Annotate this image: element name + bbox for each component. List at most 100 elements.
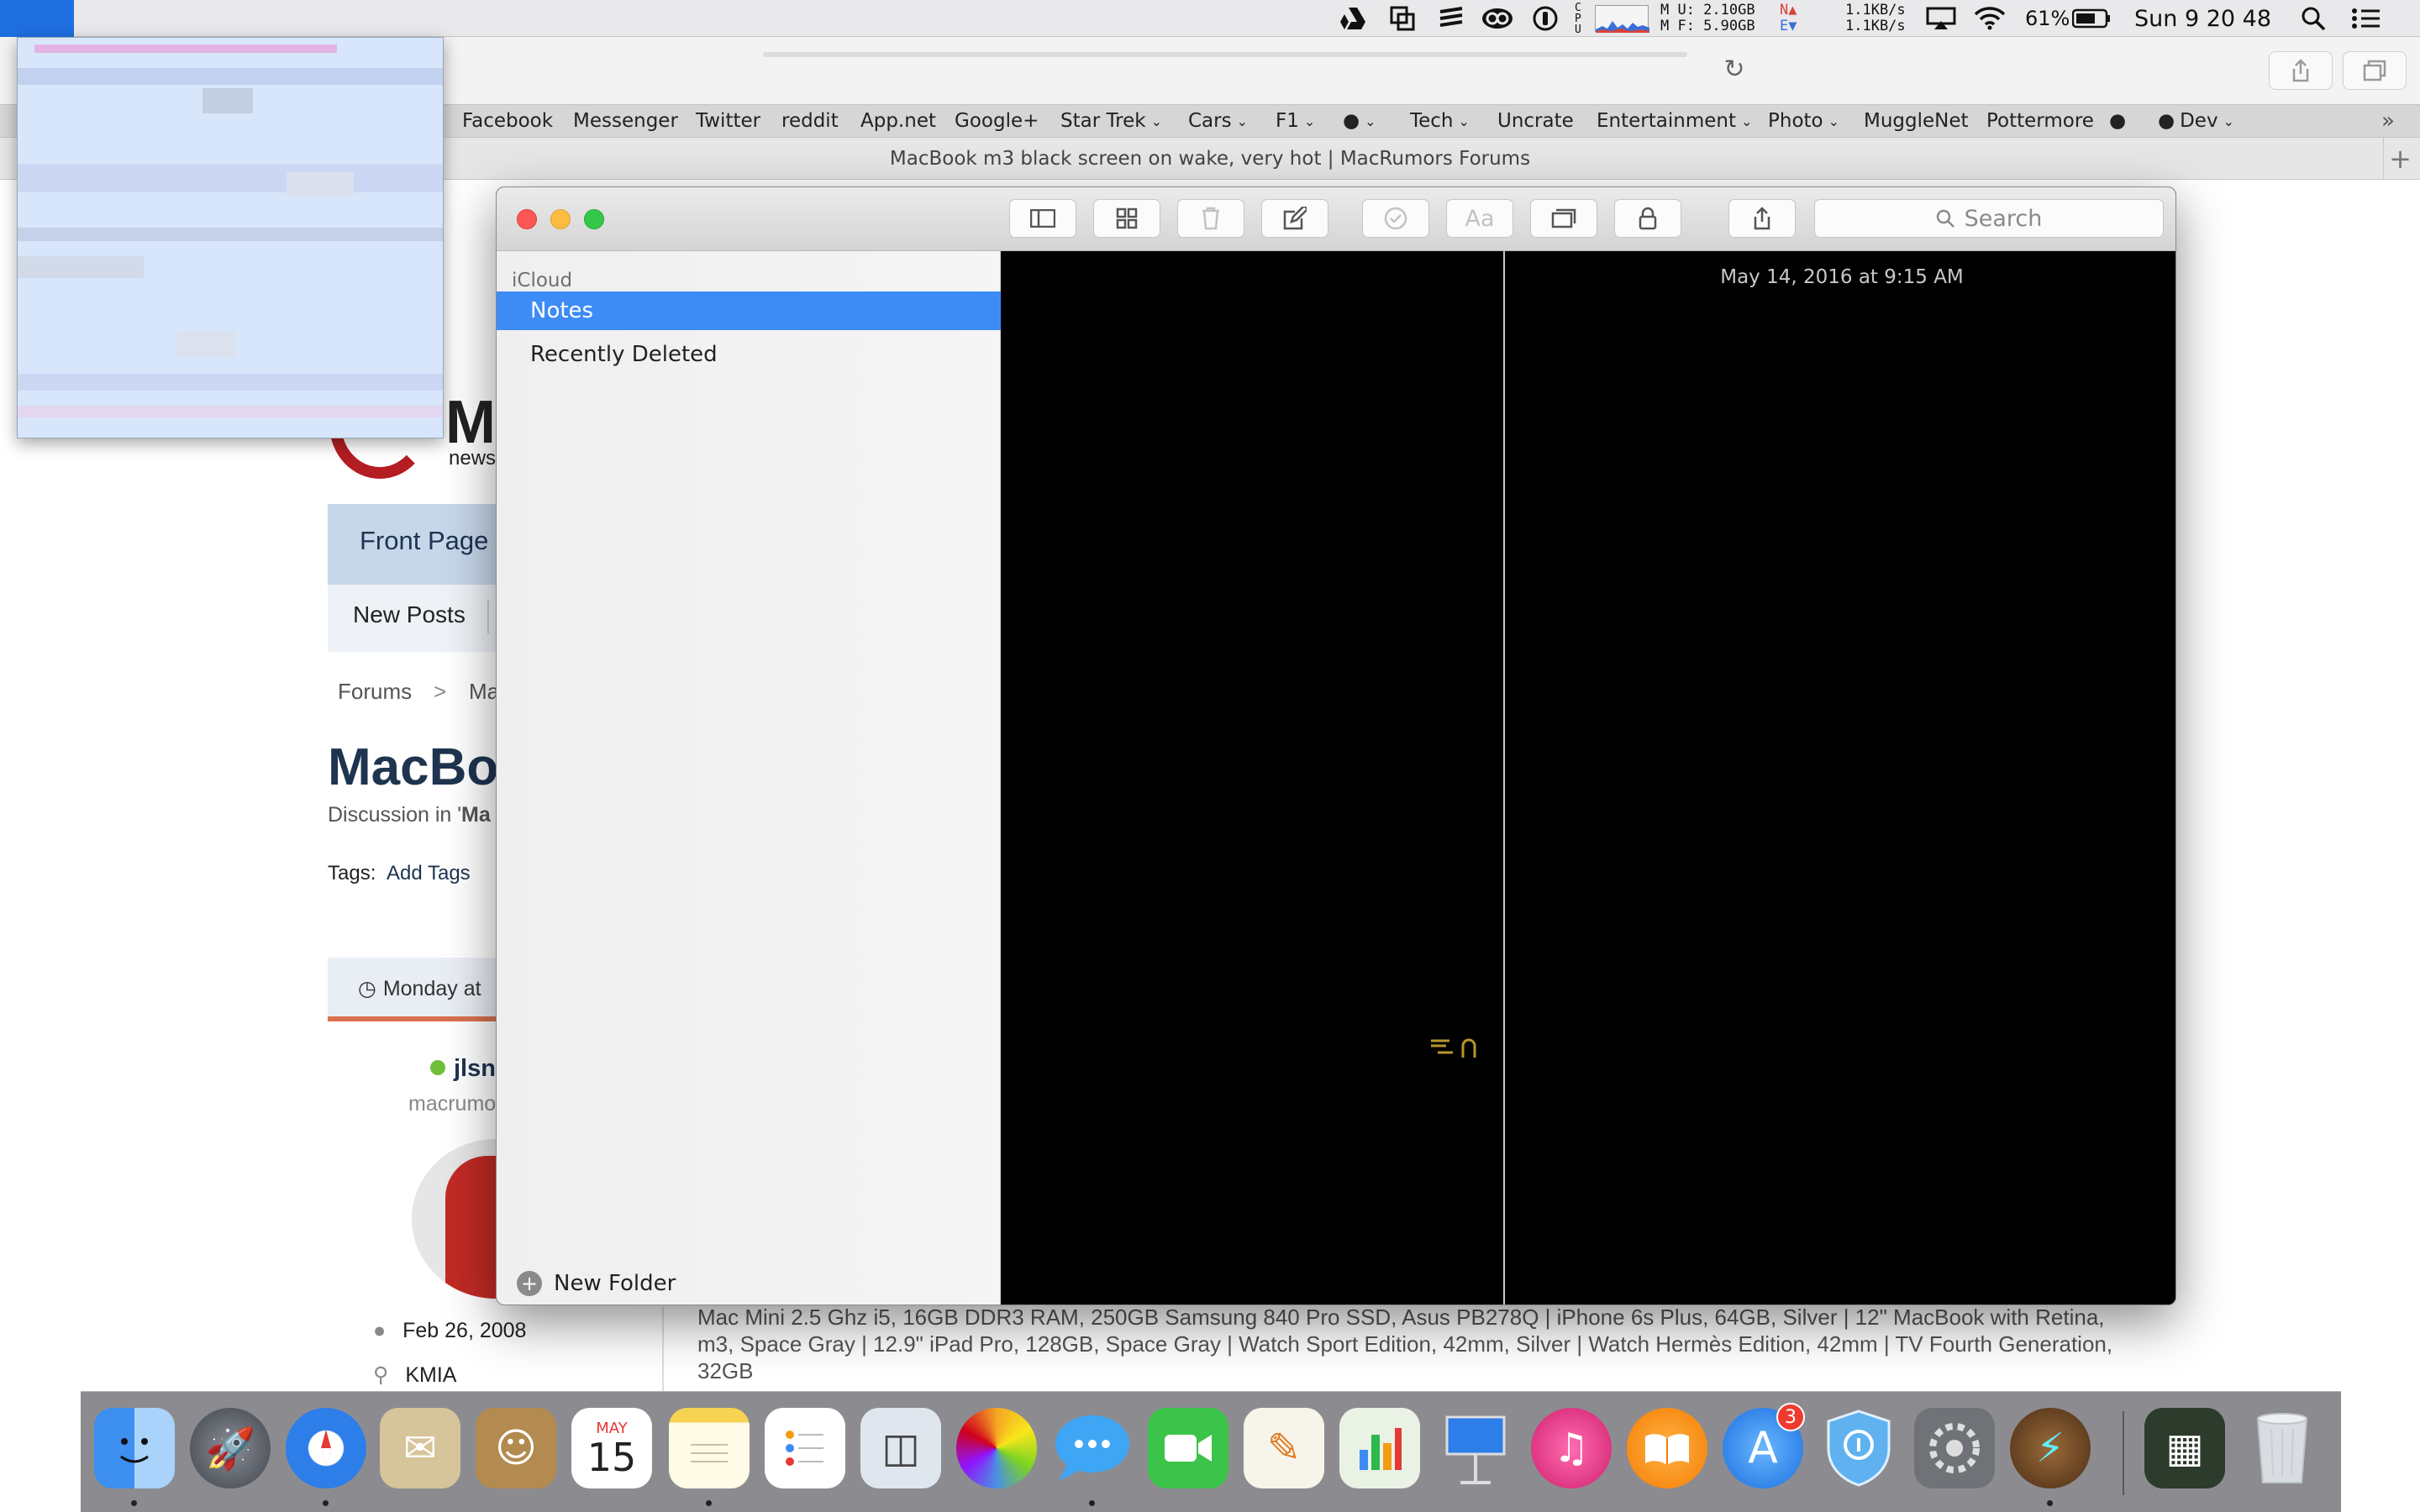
delete-note-button[interactable]	[1177, 199, 1244, 238]
thread-tags: Tags: Add Tags	[328, 862, 471, 885]
dock-finder-icon[interactable]	[94, 1408, 175, 1488]
nav-new-posts[interactable]: New Posts	[353, 601, 466, 628]
dock-trash-icon[interactable]	[2242, 1408, 2323, 1488]
network-arrows-icon: N▲ E▼	[1780, 2, 1797, 34]
address-bar-progress[interactable]	[763, 52, 1687, 57]
battery-icon[interactable]	[2070, 7, 2112, 30]
bookmark-folder-entertainment[interactable]: Entertainment ⌄	[1597, 104, 1752, 138]
cpu-graph-icon[interactable]	[1595, 5, 1649, 33]
bookmark-apple[interactable]: ●	[2109, 104, 2126, 138]
dock-preview-icon[interactable]: ◫	[860, 1408, 941, 1488]
dock-1password-icon[interactable]	[1818, 1408, 1899, 1488]
folder-notes[interactable]: Notes	[497, 291, 1001, 330]
dock-keynote-icon[interactable]	[1435, 1408, 1516, 1488]
dock-system-preferences-icon[interactable]	[1914, 1408, 1995, 1488]
notes-list[interactable]	[1001, 251, 1505, 1305]
post-signature: Mac Mini 2.5 Ghz i5, 16GB DDR3 RAM, 250G…	[697, 1305, 2113, 1383]
bookmark-folder-f1[interactable]: F1 ⌄	[1276, 104, 1315, 138]
add-table-button[interactable]	[1530, 199, 1597, 238]
bookmarks-overflow-icon[interactable]: »	[2381, 104, 2395, 138]
bookmark-folder-apple[interactable]: ● ⌄	[1343, 104, 1376, 138]
apple-logo-icon: ●	[2158, 110, 2175, 132]
reload-icon[interactable]: ↻	[1721, 55, 1748, 84]
checklist-button[interactable]	[1362, 199, 1429, 238]
dock-calendar-icon[interactable]: MAY 15	[571, 1408, 652, 1488]
dock-reminders-icon[interactable]	[765, 1408, 845, 1488]
bookmark-folder-photo[interactable]: Photo ⌄	[1768, 104, 1839, 138]
dock-ibooks-icon[interactable]	[1627, 1408, 1707, 1488]
bookmark-pottermore[interactable]: Pottermore	[1986, 104, 2094, 138]
bookmark-twitter[interactable]: Twitter	[696, 104, 760, 138]
bookmark-folder-dev[interactable]: ● Dev ⌄	[2158, 104, 2234, 138]
bookmark-folder-star-trek[interactable]: Star Trek ⌄	[1060, 104, 1162, 138]
apple-menu-highlight[interactable]	[0, 0, 74, 37]
share-button[interactable]	[2269, 51, 2333, 90]
add-tags-link[interactable]: Add Tags	[387, 862, 471, 885]
apple-logo-icon: ●	[1343, 110, 1360, 132]
dock-facetime-icon[interactable]	[1148, 1408, 1228, 1488]
dock-mail-icon[interactable]: ✉	[380, 1408, 460, 1488]
bookmark-facebook[interactable]: Facebook	[462, 104, 553, 138]
dock-stack-folder-icon[interactable]: ▦	[2144, 1408, 2225, 1488]
dock-itunes-icon[interactable]: ♫	[1531, 1408, 1612, 1488]
network-speed[interactable]: 1.1KB/s 1.1KB/s	[1845, 0, 1906, 37]
dock-safari-icon[interactable]	[286, 1408, 366, 1488]
bookmark-folder-cars[interactable]: Cars ⌄	[1188, 104, 1248, 138]
new-tab-icon[interactable]: +	[2383, 138, 2417, 180]
bookmark-google-plus[interactable]: Google+	[955, 104, 1039, 138]
google-drive-icon[interactable]	[1339, 7, 1366, 30]
toggle-folders-button[interactable]	[1009, 199, 1076, 238]
lock-note-button[interactable]	[1614, 199, 1681, 238]
show-all-tabs-button[interactable]	[2343, 51, 2407, 90]
share-note-button[interactable]	[1728, 199, 1796, 238]
bookmark-messenger[interactable]: Messenger	[573, 104, 678, 138]
thread-discussion-in: Discussion in 'Ma	[328, 803, 491, 827]
note-editor[interactable]: May 14, 2016 at 9:15 AM	[1507, 251, 2175, 1305]
dock-numbers-icon[interactable]	[1339, 1408, 1420, 1488]
crashplan-icon[interactable]	[1388, 6, 1417, 31]
bookmark-app-net[interactable]: App.net	[860, 104, 936, 138]
memory-stats[interactable]: M U: 2.10GB M F: 5.90GB	[1660, 0, 1755, 37]
attachments-browser-button[interactable]	[1093, 199, 1160, 238]
menubar-clock[interactable]: Sun 9 20 48	[2134, 0, 2271, 37]
dock-launchpad-icon[interactable]: 🚀	[190, 1408, 271, 1488]
notification-center-icon[interactable]	[2349, 7, 2383, 30]
bookmark-uncrate[interactable]: Uncrate	[1497, 104, 1574, 138]
zoom-window-button[interactable]	[584, 209, 604, 229]
user-icon: ●	[373, 1319, 387, 1342]
stack-menu-icon[interactable]	[1437, 7, 1465, 30]
dock-pages-icon[interactable]: ✎	[1244, 1408, 1324, 1488]
cpu-label-icon: CPU	[1575, 1, 1581, 36]
folder-recently-deleted[interactable]: Recently Deleted	[497, 335, 1001, 374]
location-pin-icon: ⚲	[373, 1363, 389, 1387]
nav-front-page[interactable]: Front Page	[360, 526, 488, 556]
dock-contacts-icon[interactable]: ☺	[476, 1408, 556, 1488]
nav-divider	[487, 600, 489, 633]
minimize-window-button[interactable]	[550, 209, 571, 229]
bookmark-mugglenet[interactable]: MuggleNet	[1864, 104, 1969, 138]
dock-messages-icon[interactable]	[1052, 1408, 1133, 1488]
new-note-button[interactable]	[1261, 199, 1328, 238]
dock-energy-app-icon[interactable]: ⚡	[2010, 1408, 2091, 1488]
new-folder-button[interactable]: + New Folder	[517, 1269, 676, 1298]
dock-notes-icon[interactable]	[669, 1408, 750, 1488]
breadcrumb-forums[interactable]: Forums	[338, 679, 412, 705]
post-username[interactable]: jlsn	[454, 1055, 496, 1083]
airplay-icon[interactable]	[1924, 7, 1958, 30]
notes-search-input[interactable]: Search	[1814, 199, 2164, 238]
bookmark-reddit[interactable]: reddit	[781, 104, 839, 138]
text-style-button[interactable]: Aa	[1446, 199, 1513, 238]
breadcrumb-separator: >	[434, 679, 447, 704]
battery-percent[interactable]: 61%	[2025, 0, 2070, 37]
user-join-date: ● Feb 26, 2008	[373, 1319, 527, 1342]
spotlight-search-icon[interactable]	[2299, 7, 2328, 31]
1password-icon[interactable]	[1531, 6, 1560, 31]
plus-circle-icon: +	[517, 1271, 542, 1296]
breadcrumb-current[interactable]: Ma	[469, 679, 499, 705]
creative-cloud-icon[interactable]	[1481, 7, 1514, 30]
dock-separator	[2123, 1411, 2124, 1495]
wifi-icon[interactable]	[1973, 7, 2007, 30]
bookmark-folder-tech[interactable]: Tech ⌄	[1410, 104, 1470, 138]
close-window-button[interactable]	[517, 209, 537, 229]
dock-photos-icon[interactable]	[956, 1408, 1037, 1488]
